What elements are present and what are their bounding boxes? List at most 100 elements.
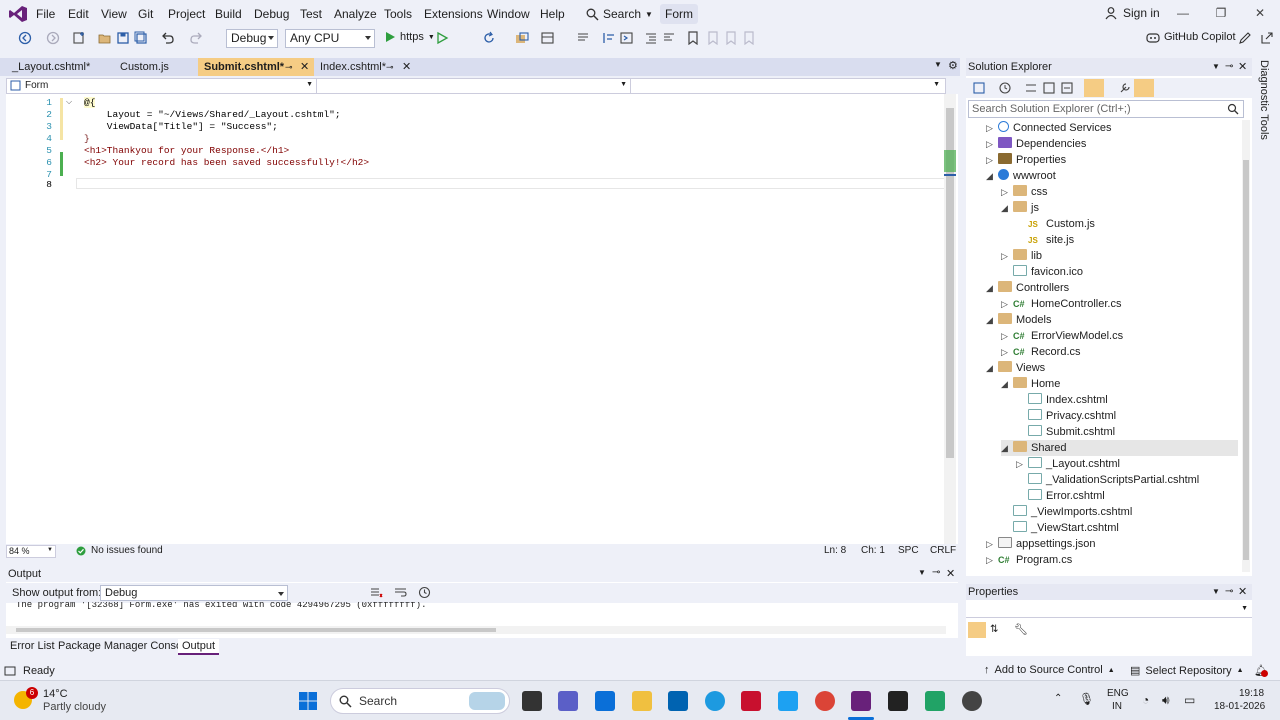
collapsed-arrow-icon[interactable]: ▷: [986, 552, 998, 568]
sort-alpha-icon[interactable]: ⇅: [990, 624, 998, 635]
tree-item[interactable]: ◢ Home: [1001, 376, 1060, 392]
output-source-select[interactable]: Debug: [100, 585, 288, 601]
menu-window[interactable]: Window: [487, 7, 530, 21]
vertical-scrollbar[interactable]: [944, 94, 956, 544]
redo-icon[interactable]: [190, 31, 204, 45]
calculator-icon[interactable]: [925, 691, 945, 711]
tree-item[interactable]: ▷ Connected Services: [986, 120, 1111, 136]
clear-all-icon[interactable]: [370, 586, 383, 599]
add-to-source-control-button[interactable]: ↑ Add to Source Control ▲: [984, 664, 1115, 676]
tree-item[interactable]: Index.cshtml: [1016, 392, 1108, 408]
github-desktop-icon[interactable]: [962, 691, 982, 711]
panel-menu-icon[interactable]: ▼: [1212, 58, 1220, 76]
chrome-icon[interactable]: [815, 691, 835, 711]
app-icon[interactable]: [778, 691, 798, 711]
expanded-arrow-icon[interactable]: ◢: [986, 168, 998, 184]
undo-icon[interactable]: [160, 31, 174, 45]
menu-view[interactable]: View: [101, 7, 127, 21]
zoom-select[interactable]: 84 % ▼: [6, 545, 56, 558]
clock-time[interactable]: 19:18: [1239, 688, 1264, 699]
tree-item[interactable]: ▷ C# ErrorViewModel.cs: [1001, 328, 1123, 344]
teams-icon[interactable]: [558, 691, 578, 711]
save-icon[interactable]: [116, 31, 130, 45]
type-dropdown[interactable]: ▼: [319, 79, 631, 93]
scrollbar-thumb[interactable]: [1243, 160, 1249, 560]
tree-item[interactable]: ▷ css: [1001, 184, 1048, 200]
tree-item[interactable]: ◢ wwwroot: [986, 168, 1056, 184]
menu-analyze[interactable]: Analyze: [334, 7, 377, 21]
start-debugging-button[interactable]: https ▼: [384, 31, 435, 43]
notifications-icon[interactable]: 🔔︎: [1254, 664, 1268, 678]
tab-submit-cshtml[interactable]: Submit.cshtml* ⊸ ✕: [198, 58, 314, 76]
tree-item[interactable]: ▷ C# Record.cs: [1001, 344, 1081, 360]
tree-item[interactable]: _ValidationScriptsPartial.cshtml: [1016, 472, 1199, 488]
previous-bookmark-icon[interactable]: [706, 31, 720, 45]
task-view-icon[interactable]: [522, 691, 542, 711]
line-indicator[interactable]: Ln: 8: [824, 545, 846, 556]
tree-item[interactable]: ◢ Controllers: [986, 280, 1069, 296]
show-all-files-button[interactable]: [1084, 79, 1104, 97]
weather-widget[interactable]: 6 14°C Partly cloudy: [12, 687, 122, 717]
comment-icon[interactable]: [576, 31, 590, 45]
tree-item[interactable]: ▷ Properties: [986, 152, 1066, 168]
start-without-debugging-icon[interactable]: [435, 31, 449, 45]
refresh-icon[interactable]: [1042, 81, 1056, 95]
close-tab-icon[interactable]: ✕: [402, 58, 411, 76]
refresh-icon[interactable]: [482, 31, 496, 45]
back-icon[interactable]: [18, 31, 32, 45]
horizontal-scrollbar[interactable]: [6, 626, 946, 634]
collapsed-arrow-icon[interactable]: ▷: [986, 536, 998, 552]
tree-item[interactable]: ▷ _Layout.cshtml: [1016, 456, 1120, 472]
open-folder-icon[interactable]: [98, 31, 112, 45]
next-bookmark-icon[interactable]: [724, 31, 738, 45]
outdent-icon[interactable]: [644, 31, 658, 45]
vscode-icon[interactable]: [595, 691, 615, 711]
tree-item[interactable]: favicon.ico: [1001, 264, 1083, 280]
layout-icon[interactable]: [541, 31, 555, 45]
tree-item[interactable]: _ViewImports.cshtml: [1001, 504, 1132, 520]
pin-icon[interactable]: ⊸: [932, 567, 940, 578]
column-indicator[interactable]: Ch: 1: [861, 545, 885, 556]
chevron-up-icon[interactable]: ⌃: [1054, 693, 1062, 704]
forward-icon[interactable]: [46, 31, 60, 45]
preview-selected-items-button[interactable]: [1134, 79, 1154, 97]
scrollbar-thumb[interactable]: [16, 628, 496, 632]
tab-output[interactable]: Output: [178, 639, 220, 655]
language-secondary[interactable]: IN: [1112, 701, 1122, 712]
share-icon[interactable]: [1260, 31, 1274, 45]
collapsed-arrow-icon[interactable]: ▷: [986, 136, 998, 152]
output-text[interactable]: The program '[32368] Form.exe' has exite…: [16, 602, 426, 610]
tree-item[interactable]: Privacy.cshtml: [1016, 408, 1116, 424]
settings-gear-icon[interactable]: ⚙: [948, 59, 958, 72]
solution-configuration-select[interactable]: Debug: [226, 29, 278, 48]
output-window-icon[interactable]: [4, 665, 16, 677]
code-line[interactable]: <h1>Thankyou for your Response.</h1>: [84, 145, 289, 156]
menu-file[interactable]: File: [36, 7, 55, 21]
menu-tools[interactable]: Tools: [384, 7, 412, 21]
language-primary[interactable]: ENG: [1107, 688, 1129, 699]
search-icon[interactable]: [1227, 103, 1239, 115]
tree-item[interactable]: ▷ C# HomeController.cs: [1001, 296, 1121, 312]
collapsed-arrow-icon[interactable]: ▷: [986, 120, 998, 136]
project-dropdown[interactable]: Form ▼: [7, 79, 317, 93]
properties-object-select[interactable]: ▼: [966, 602, 1252, 618]
close-tab-icon[interactable]: ✕: [300, 58, 309, 76]
sign-in-button[interactable]: Sign in: [1104, 6, 1160, 20]
collapsed-arrow-icon[interactable]: ▷: [1001, 344, 1013, 360]
line-ending-indicator[interactable]: CRLF: [930, 545, 956, 556]
taskbar-search-box[interactable]: Search: [330, 688, 510, 714]
expanded-arrow-icon[interactable]: ◢: [1001, 440, 1013, 456]
collapsed-arrow-icon[interactable]: ▷: [1001, 328, 1013, 344]
pin-icon[interactable]: ⊸: [285, 58, 293, 76]
pending-changes-icon[interactable]: [1024, 81, 1038, 95]
tab-custom-js[interactable]: Custom.js: [114, 58, 196, 76]
menu-debug[interactable]: Debug: [254, 7, 289, 21]
tree-item[interactable]: ▷ C# Program.cs: [986, 552, 1072, 568]
pin-icon[interactable]: ⊸: [1225, 58, 1233, 76]
menu-test[interactable]: Test: [300, 7, 322, 21]
menu-extensions[interactable]: Extensions: [424, 7, 483, 21]
store-icon[interactable]: [668, 691, 688, 711]
issues-indicator[interactable]: No issues found: [76, 545, 163, 556]
code-line[interactable]: Layout = "~/Views/Shared/_Layout.cshtml"…: [84, 109, 341, 120]
align-icon[interactable]: [602, 31, 616, 45]
